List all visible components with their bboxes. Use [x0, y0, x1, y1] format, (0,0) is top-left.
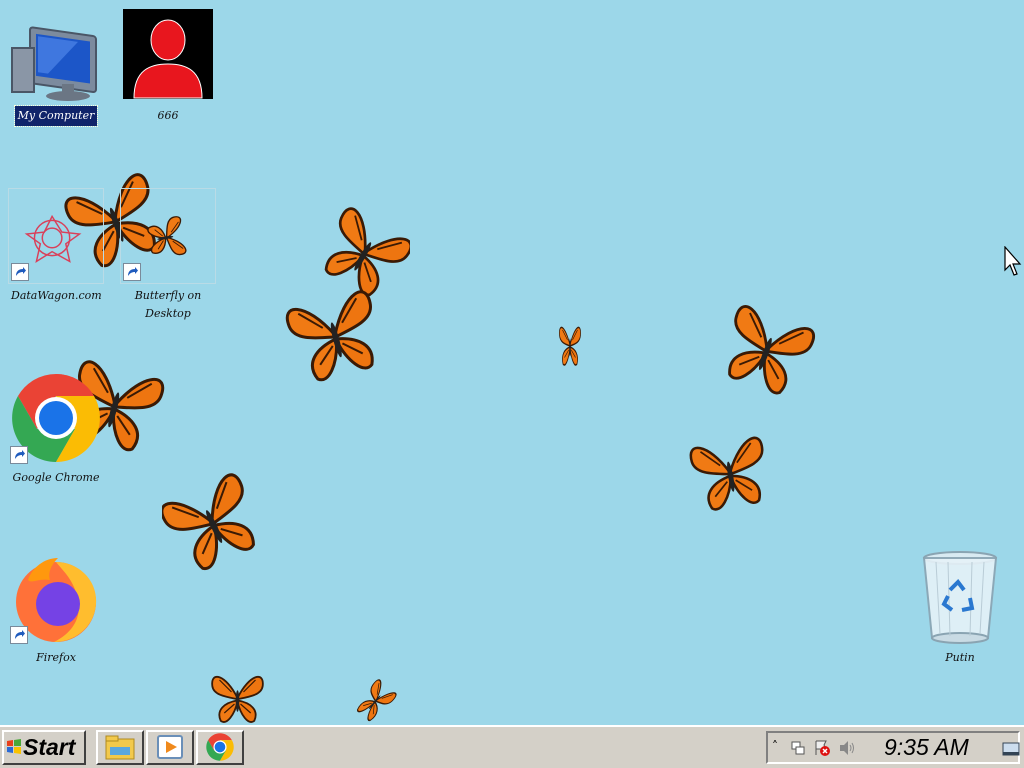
start-label: Start	[23, 734, 76, 760]
butterfly-decoration	[285, 288, 385, 385]
chrome-icon	[206, 733, 234, 761]
network-icon[interactable]	[790, 740, 806, 756]
shortcut-arrow-icon	[10, 446, 28, 464]
start-button[interactable]: Start	[2, 730, 86, 765]
butterfly-decoration	[211, 675, 264, 723]
icon-label: Putin	[945, 651, 975, 664]
quick-launch-chrome[interactable]	[196, 730, 244, 765]
taskbar: Start ˄ 9:35 AM	[0, 725, 1024, 768]
computer-icon	[11, 26, 97, 101]
google-chrome-icon-item[interactable]: Google Chrome	[8, 370, 104, 488]
icon-label: Google Chrome	[12, 471, 100, 484]
mouse-cursor-icon	[1004, 246, 1022, 276]
volume-icon[interactable]	[838, 740, 856, 756]
icon-label: Firefox	[36, 651, 76, 664]
butterfly-decoration	[353, 678, 398, 725]
datawagon-icon-item[interactable]: DataWagon.com	[8, 188, 104, 306]
desktop[interactable]: My Computer 666 DataWagon.com Butterfly …	[0, 0, 1024, 725]
butterfly-on-desktop-icon-item[interactable]: Butterfly on Desktop	[120, 188, 216, 324]
user-666-icon-item[interactable]: 666	[120, 8, 216, 126]
show-desktop-icon[interactable]	[1002, 742, 1020, 756]
recycle-bin-icon-item[interactable]: Putin	[912, 550, 1008, 668]
butterfly-decoration	[162, 470, 262, 576]
butterfly-decoration	[688, 435, 773, 514]
butterfly-decoration	[558, 326, 582, 366]
windows-logo-icon	[7, 739, 21, 754]
system-tray: ˄ 9:35 AM	[766, 731, 1020, 764]
show-hidden-icons-chevron[interactable]: ˄	[772, 739, 778, 753]
file-explorer-icon	[105, 735, 135, 760]
quick-launch-media-player[interactable]	[146, 730, 194, 765]
recycle-bin-icon	[922, 551, 998, 644]
quick-launch-file-explorer[interactable]	[96, 730, 144, 765]
butterfly-decoration	[714, 302, 818, 397]
shortcut-arrow-icon	[123, 263, 141, 281]
shortcut-arrow-icon	[10, 626, 28, 644]
icon-label: My Computer	[13, 105, 99, 127]
my-computer-icon-item[interactable]: My Computer	[8, 8, 104, 127]
user-avatar-icon	[123, 9, 213, 99]
shortcut-arrow-icon	[11, 263, 29, 281]
action-center-flag-icon[interactable]	[813, 739, 831, 757]
icon-label: 666	[157, 109, 179, 122]
media-player-icon	[157, 735, 183, 759]
clock[interactable]: 9:35 AM	[884, 733, 969, 762]
firefox-icon-item[interactable]: Firefox	[8, 550, 104, 668]
icon-label: DataWagon.com	[11, 289, 102, 302]
icon-label: Butterfly on Desktop	[134, 289, 202, 320]
